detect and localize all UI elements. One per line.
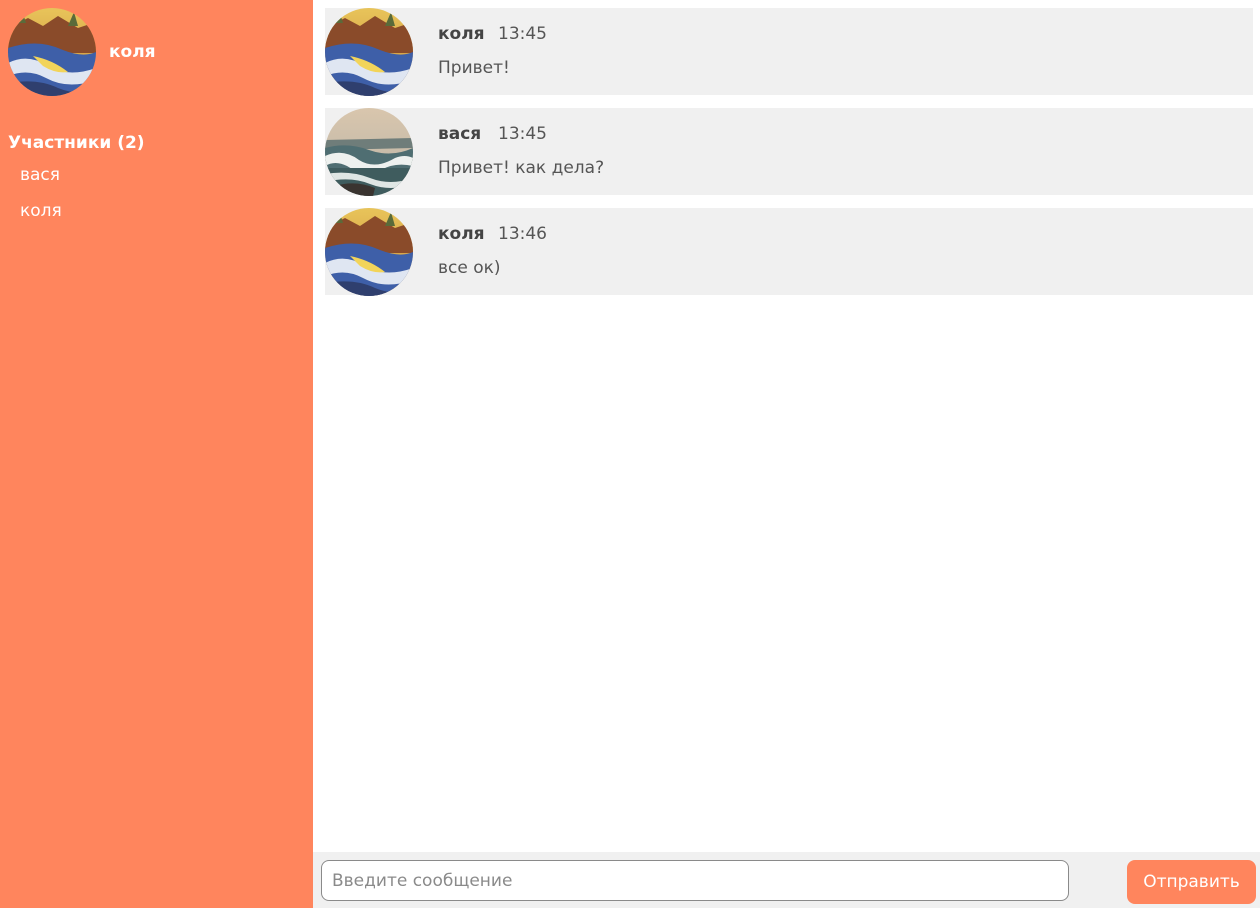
message-time: 13:45 [498, 124, 547, 144]
winter-stream-avatar-image [325, 208, 413, 296]
sea-waves-avatar-image [325, 108, 413, 196]
current-user-name: коля [109, 42, 156, 62]
message-item: коля 13:46 все ок) [325, 208, 1253, 295]
message-text: Привет! как дела? [438, 158, 605, 178]
current-user-avatar [8, 8, 96, 96]
message-author: коля [438, 224, 485, 244]
chat-panel: коля 13:45 Привет! вася 13:45 Привет! ка… [313, 0, 1260, 852]
message-input[interactable] [321, 860, 1069, 901]
message-author: коля [438, 24, 485, 44]
winter-stream-avatar-image [325, 8, 413, 96]
send-button[interactable]: Отправить [1127, 860, 1256, 904]
current-user: коля [8, 8, 156, 96]
chat-app: коля Участники (2) вася коля коля 13:45 … [0, 0, 1260, 908]
message-author: вася [438, 124, 482, 144]
message-text: все ок) [438, 258, 501, 278]
winter-stream-avatar-image [8, 8, 96, 96]
member-item[interactable]: коля [20, 201, 62, 237]
message-composer: Отправить [313, 852, 1260, 908]
message-avatar [325, 108, 413, 196]
members-list: вася коля [20, 165, 62, 237]
members-title: Участники (2) [8, 133, 145, 153]
message-list: коля 13:45 Привет! вася 13:45 Привет! ка… [325, 8, 1253, 308]
sidebar: коля Участники (2) вася коля [0, 0, 313, 908]
message-time: 13:46 [498, 224, 547, 244]
message-item: вася 13:45 Привет! как дела? [325, 108, 1253, 195]
message-avatar [325, 8, 413, 96]
message-text: Привет! [438, 58, 510, 78]
member-item[interactable]: вася [20, 165, 62, 201]
message-item: коля 13:45 Привет! [325, 8, 1253, 95]
message-time: 13:45 [498, 24, 547, 44]
message-avatar [325, 208, 413, 296]
